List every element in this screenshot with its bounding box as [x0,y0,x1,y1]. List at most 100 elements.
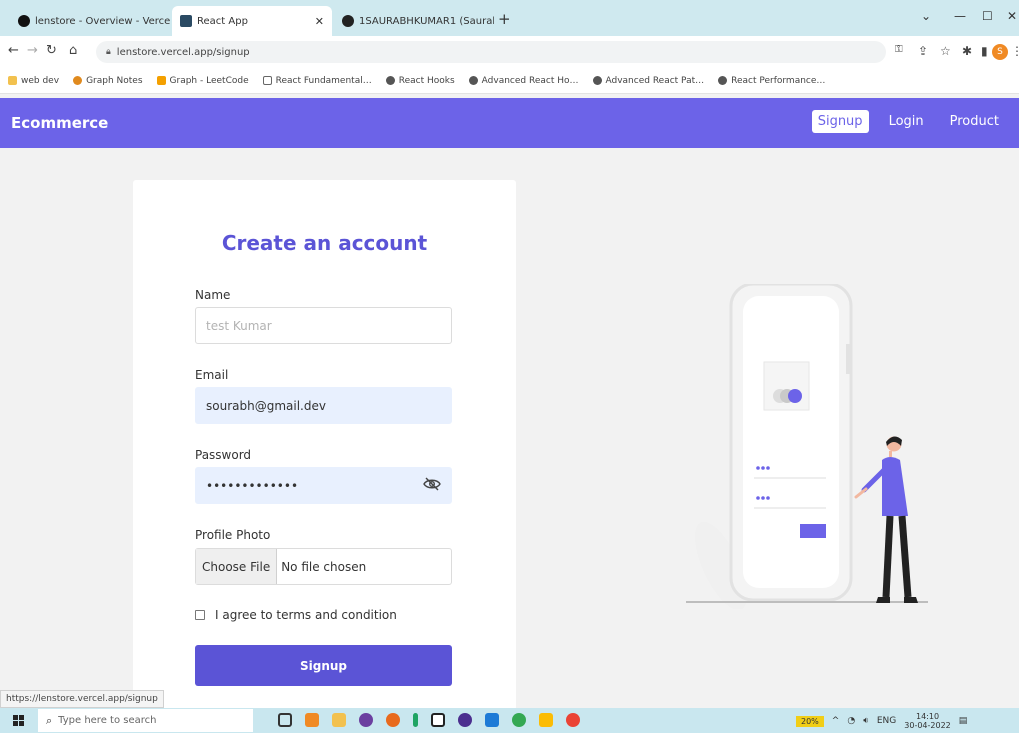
close-window-button[interactable]: ✕ [1007,9,1017,23]
profile-photo-input[interactable]: Choose File No file chosen [195,548,452,585]
media-app-icon[interactable] [359,713,373,727]
file-status-text: No file chosen [281,559,367,574]
browser-toolbar: ← → ↻ ⌂ 🔒︎ lenstore.vercel.app/signup ⚿ … [0,36,1019,68]
bookmark-advanced-react-patterns[interactable]: Advanced React Pat… [592,75,705,86]
notes-icon [73,76,83,85]
close-tab-icon[interactable]: ✕ [309,15,324,28]
task-view-icon[interactable] [278,713,292,727]
terms-row: I agree to terms and condition [195,608,397,622]
email-input[interactable] [195,387,452,424]
bookmark-graph-notes[interactable]: Graph Notes [73,75,143,86]
tab-github[interactable]: 1SAURABHKUMAR1 (Saurabh K… ✕ [334,6,494,36]
new-tab-button[interactable]: + [498,10,511,28]
nav-product-link[interactable]: Product [944,110,1005,133]
app-icon[interactable] [413,713,418,727]
bookmark-label: web dev [21,75,60,86]
chrome-icon[interactable] [512,713,526,727]
bookmark-advanced-react-hooks[interactable]: Advanced React Ho… [468,76,579,86]
bookmark-react-performance[interactable]: React Performance… [718,76,825,86]
nav-signup-link[interactable]: Signup [811,110,869,133]
react-icon [718,76,728,85]
status-url-bubble: https://lenstore.vercel.app/signup [0,690,164,708]
drive-icon[interactable] [539,713,553,727]
extensions-icon[interactable]: ✱ [962,44,972,58]
bookmarks-bar: web dev Graph Notes Graph - LeetCode Rea… [0,68,1019,94]
file-explorer-icon[interactable] [332,713,346,727]
reload-icon[interactable]: ↻ [46,43,57,58]
volume-icon[interactable]: 🔉︎ [863,716,869,726]
back-icon[interactable]: ← [8,43,19,58]
firefox-icon[interactable] [386,713,400,727]
bookmark-react-hooks[interactable]: React Hooks [385,75,455,86]
forward-icon[interactable]: → [27,43,38,58]
bookmark-label: Graph Notes [86,75,143,86]
password-label: Password [195,448,252,462]
react-icon [592,76,602,85]
taskbar-search-box[interactable]: ⌕ Type here to search [38,709,253,732]
tray-chevron-icon[interactable]: ^ [832,716,840,726]
address-bar[interactable]: 🔒︎ lenstore.vercel.app/signup [96,41,886,63]
nav-login-link[interactable]: Login [883,110,930,133]
tab-react-app[interactable]: React App ✕ [172,6,332,36]
bookmark-label: React Performance… [731,75,826,86]
bookmark-leetcode[interactable]: Graph - LeetCode [156,76,249,86]
bookmark-star-icon[interactable]: ☆ [940,44,951,58]
react-icon [385,76,395,85]
menu-kebab-icon[interactable]: ⋮ [1011,44,1019,58]
taskbar-search-placeholder: Type here to search [58,715,157,726]
taskbar-apps [278,713,580,727]
profile-avatar-icon[interactable]: S [992,44,1008,60]
clock-time: 14:10 [915,712,940,721]
github-desktop-icon[interactable] [458,713,472,727]
notifications-icon[interactable]: ▤ [959,716,968,726]
bookmark-react-fundamentals[interactable]: React Fundamental… [262,76,372,86]
clock-date: 30-04-2022 [904,721,951,730]
system-tray: 20% ^ ◔ 🔉︎ ENG 14:10 30-04-2022 ▤ [796,712,967,730]
folder-icon [8,76,17,85]
bookmark-label: Advanced React Pat… [605,75,705,86]
email-label: Email [195,368,229,382]
terms-checkbox[interactable] [195,610,205,620]
minimize-button[interactable]: — [954,9,966,23]
key-icon[interactable]: ⚿ [895,44,903,55]
bookmark-web-dev[interactable]: web dev [8,76,59,86]
leetcode-icon [156,76,166,85]
browser-tab-bar: lenstore - Overview - Vercel ✕ React App… [0,0,1019,36]
page-icon [262,76,272,85]
url-text: lenstore.vercel.app/signup [116,46,250,58]
name-label: Name [195,288,231,302]
react-icon [468,76,478,85]
chrome-profile-icon[interactable] [566,713,580,727]
vlc-icon[interactable] [305,713,319,727]
signup-submit-button[interactable]: Signup [195,645,452,686]
tab-search-icon[interactable]: ⌄ [921,9,931,23]
battery-indicator[interactable]: 20% [796,715,824,727]
react-favicon-icon [180,15,192,27]
bookmark-label: React Hooks [398,75,455,86]
app-navbar: Ecommerce Signup Login Product [0,98,1019,148]
signup-illustration [686,284,928,609]
nav-links: Signup Login Product [811,110,1005,133]
tab-title: 1SAURABHKUMAR1 (Saurabh K… [359,15,494,27]
brand-logo[interactable]: Ecommerce [11,114,108,132]
password-input[interactable] [195,467,452,504]
tab-title: lenstore - Overview - Vercel [35,15,170,27]
vscode-icon[interactable] [485,713,499,727]
windows-start-icon[interactable] [13,715,24,726]
tab-vercel[interactable]: lenstore - Overview - Vercel ✕ [10,6,170,36]
share-icon[interactable]: ⇪ [918,44,928,58]
search-icon: ⌕ [46,713,53,727]
taskbar-clock[interactable]: 14:10 30-04-2022 [904,712,951,730]
network-icon[interactable]: ◔ [847,716,855,726]
terms-label: I agree to terms and condition [215,608,397,622]
home-icon[interactable]: ⌂ [69,43,77,58]
form-heading: Create an account [221,231,428,255]
taskbar-language[interactable]: ENG [877,716,896,726]
name-input[interactable] [195,307,452,344]
notion-icon[interactable] [431,713,445,727]
maximize-button[interactable]: ☐ [982,9,993,23]
vercel-favicon-icon [18,15,30,27]
choose-file-button[interactable]: Choose File [196,549,278,584]
toggle-password-visibility-icon[interactable] [423,477,441,491]
sidepanel-icon[interactable]: ▮ [981,44,988,58]
